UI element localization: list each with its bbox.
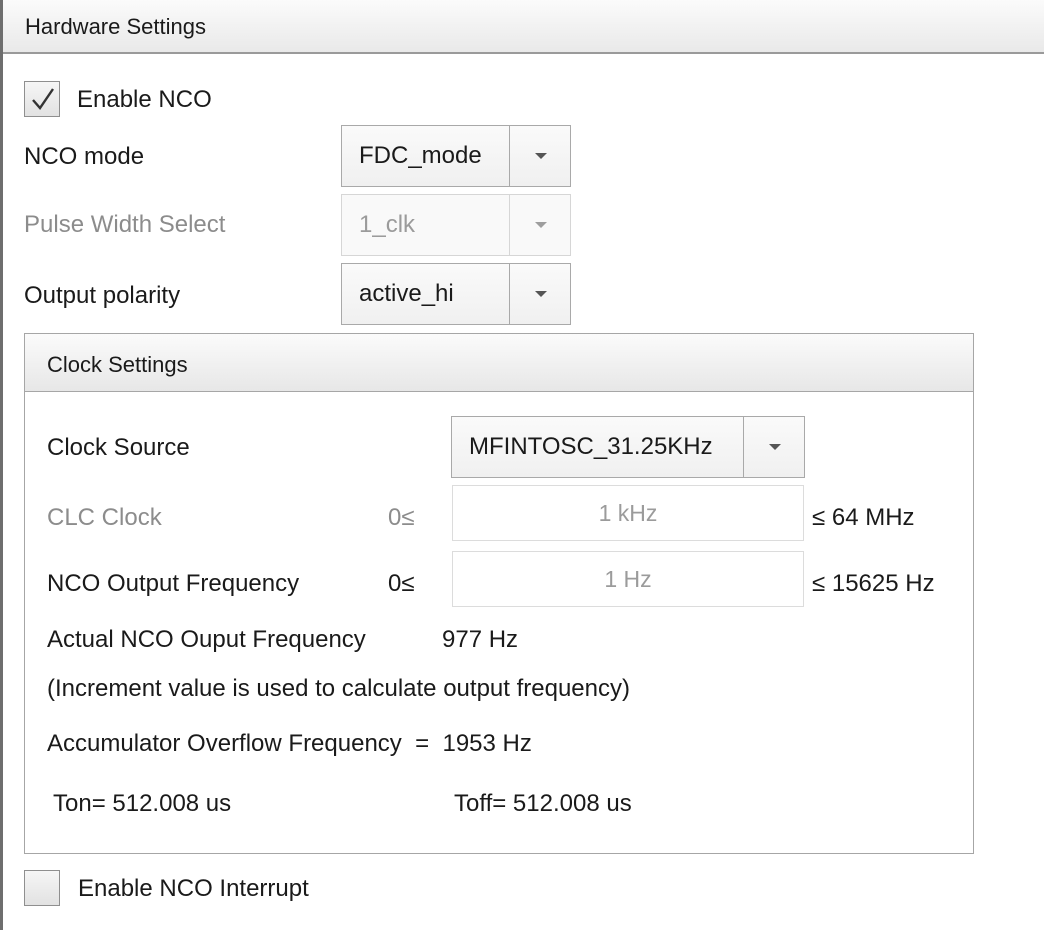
clock-source-value: MFINTOSC_31.25KHz xyxy=(469,433,713,460)
actual-frequency-label: Actual NCO Ouput Frequency xyxy=(47,626,366,653)
nco-mode-select[interactable]: FDC_mode xyxy=(341,125,571,187)
clock-settings-header: Clock Settings xyxy=(25,334,973,392)
output-polarity-label: Output polarity xyxy=(24,282,181,309)
clc-clock-min: 0≤ xyxy=(388,504,415,531)
pulse-width-select[interactable]: 1_clk xyxy=(341,194,571,256)
chevron-down-icon[interactable] xyxy=(743,417,804,477)
chevron-down-icon[interactable] xyxy=(509,264,570,324)
section-title: Hardware Settings xyxy=(25,14,206,39)
nco-output-frequency-min: 0≤ xyxy=(388,570,415,597)
clc-clock-label: CLC Clock xyxy=(47,504,162,531)
hardware-settings-header: Hardware Settings xyxy=(3,0,1044,54)
ton-value: Ton= 512.008 us xyxy=(53,790,232,817)
actual-frequency-value: 977 Hz xyxy=(442,626,519,653)
nco-output-frequency-max: ≤ 15625 Hz xyxy=(812,570,935,597)
chevron-down-icon[interactable] xyxy=(509,195,570,255)
pulse-width-label: Pulse Width Select xyxy=(24,211,226,238)
nco-output-frequency-input[interactable]: 1 Hz xyxy=(452,551,804,607)
clock-settings-title: Clock Settings xyxy=(47,352,188,377)
accumulator-overflow-frequency: Accumulator Overflow Frequency = 1953 Hz xyxy=(47,730,532,757)
nco-output-frequency-label: NCO Output Frequency xyxy=(47,570,300,597)
nco-mode-label: NCO mode xyxy=(24,143,145,170)
clock-settings-panel: Clock Settings Clock Source MFINTOSC_31.… xyxy=(24,333,974,854)
pulse-width-value: 1_clk xyxy=(359,211,416,238)
increment-note: (Increment value is used to calculate ou… xyxy=(47,675,630,702)
left-border xyxy=(0,0,3,930)
clock-source-select[interactable]: MFINTOSC_31.25KHz xyxy=(451,416,805,478)
enable-interrupt-label: Enable NCO Interrupt xyxy=(78,875,309,902)
enable-interrupt-checkbox[interactable] xyxy=(24,870,60,906)
enable-nco-checkbox[interactable] xyxy=(24,81,60,117)
output-polarity-select[interactable]: active_hi xyxy=(341,263,571,325)
clock-source-label: Clock Source xyxy=(47,434,190,461)
chevron-down-icon[interactable] xyxy=(509,126,570,186)
clc-clock-input[interactable]: 1 kHz xyxy=(452,485,804,541)
check-icon xyxy=(32,88,54,110)
nco-mode-value: FDC_mode xyxy=(359,142,482,169)
enable-nco-label: Enable NCO xyxy=(77,86,212,113)
clc-clock-max: ≤ 64 MHz xyxy=(812,504,915,531)
toff-value: Toff= 512.008 us xyxy=(454,790,632,817)
output-polarity-value: active_hi xyxy=(359,280,454,307)
